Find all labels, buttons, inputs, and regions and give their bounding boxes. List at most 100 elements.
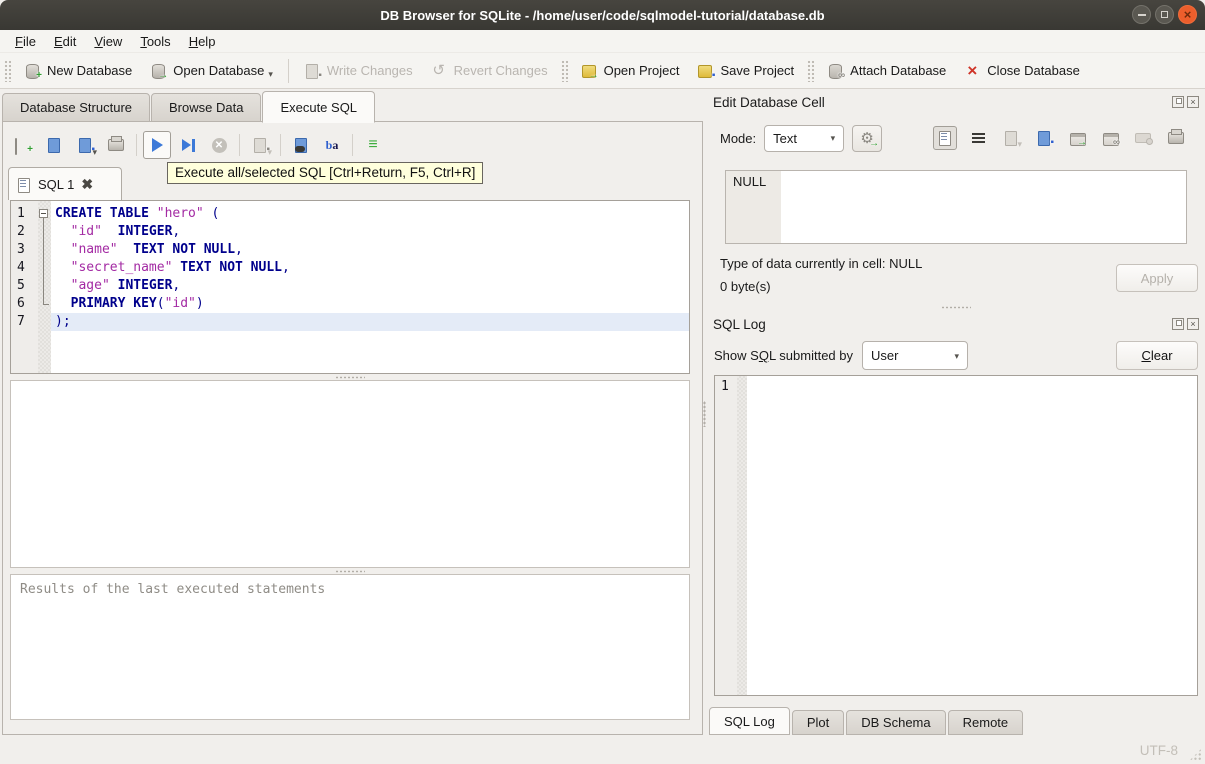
editor-line[interactable]: 3 "name" TEXT NOT NULL, (11, 241, 689, 259)
results-grid-pane[interactable] (10, 380, 690, 568)
write-changes-icon: ▪ (304, 63, 322, 80)
dock-tab-remote[interactable]: Remote (947, 710, 1024, 735)
mode-combobox[interactable]: Text ▾ (764, 124, 845, 152)
menu-help[interactable]: Help (180, 32, 225, 51)
close-dock-icon[interactable]: × (1187, 96, 1199, 108)
stop-execution-button[interactable]: ✕ (205, 131, 233, 159)
open-link-button[interactable]: ∞ (1098, 126, 1122, 150)
editor-line[interactable]: 2 "id" INTEGER, (11, 223, 689, 241)
set-null-button[interactable] (1131, 126, 1155, 150)
fold-marker[interactable] (38, 205, 51, 223)
sql-log-controls: Show SQL submitted by User ▾ Clear (707, 340, 1205, 371)
print-icon (1168, 129, 1184, 144)
stop-icon: ✕ (211, 137, 227, 153)
line-number: 1 (17, 206, 25, 221)
maximize-button[interactable] (1155, 5, 1174, 24)
window-controls: × (1132, 5, 1197, 24)
menu-view[interactable]: View (85, 32, 131, 51)
open-database-button[interactable]: → Open Database ▾ (141, 59, 282, 83)
sql-file-tab[interactable]: SQL 1 ✖ (8, 167, 122, 200)
cell-editor[interactable]: NULL (725, 170, 1187, 244)
execute-all-button[interactable] (143, 131, 171, 159)
write-changes-button[interactable]: ▪ Write Changes (295, 59, 422, 83)
dock-splitter-handle[interactable] (707, 304, 1205, 311)
tooltip: Execute all/selected SQL [Ctrl+Return, F… (167, 162, 484, 184)
results-placeholder: Results of the last executed statements (20, 582, 326, 597)
text-mode-button[interactable] (933, 126, 957, 150)
new-tab-icon: + (15, 137, 33, 155)
save-project-button[interactable]: ▪ Save Project (688, 59, 803, 83)
execute-current-line-button[interactable] (174, 131, 202, 159)
open-project-button[interactable]: → Open Project (572, 59, 689, 83)
toolbar-separator (239, 134, 240, 156)
close-dock-icon[interactable]: × (1187, 318, 1199, 330)
results-message-pane[interactable]: Results of the last executed statements (10, 574, 690, 720)
dock-tab-db-schema[interactable]: DB Schema (846, 710, 946, 735)
edit-cell-mode-row: Mode: Text ▾ ⚙ → ▾ ▪ → ∞ (707, 123, 1205, 153)
minimize-button[interactable] (1132, 5, 1151, 24)
tab-execute-sql[interactable]: Execute SQL (262, 91, 376, 123)
editor-line[interactable]: 4 "secret_name" TEXT NOT NULL, (11, 259, 689, 277)
float-dock-icon[interactable] (1172, 318, 1184, 330)
chevron-down-icon: ▾ (830, 133, 836, 143)
toolbar-grip[interactable] (4, 59, 11, 82)
close-tab-icon[interactable]: ✖ (81, 177, 93, 191)
save-results-button[interactable]: ▪ ▾ (246, 131, 274, 159)
mode-label: Mode: (720, 130, 757, 146)
menu-tools[interactable]: Tools (131, 32, 179, 51)
code-text: "age" INTEGER, (70, 278, 181, 293)
cell-size-info: 0 byte(s) (720, 279, 771, 294)
text-document-icon (938, 130, 952, 146)
execute-line-icon (181, 139, 191, 151)
sql-editor[interactable]: 1 CREATE TABLE "hero" (2 "id" INTEGER, 3 "… (10, 200, 690, 374)
toolbar-grip[interactable] (560, 59, 568, 82)
chevron-down-icon: ▾ (267, 147, 272, 157)
close-database-button[interactable]: × Close Database (955, 59, 1089, 83)
cell-type-info: Type of data currently in cell: NULL (720, 256, 923, 271)
new-database-button[interactable]: + New Database (15, 59, 141, 83)
format-sql-button[interactable]: ≡ (359, 131, 387, 159)
execute-all-icon (151, 138, 163, 152)
export-button[interactable]: → (1065, 126, 1089, 150)
dock-tab-sql-log[interactable]: SQL Log (709, 707, 790, 735)
log-filter-combobox[interactable]: User ▾ (862, 341, 968, 370)
open-database-icon: → (150, 63, 168, 80)
apply-button[interactable]: Apply (1116, 264, 1198, 292)
import-data-button[interactable]: ▾ (999, 126, 1023, 150)
close-window-button[interactable]: × (1178, 5, 1197, 24)
save-file-icon: ▪ (77, 137, 95, 155)
print-sql-button[interactable] (102, 131, 130, 159)
editor-line[interactable]: 6 PRIMARY KEY("id") (11, 295, 689, 313)
clear-log-button[interactable]: Clear (1116, 341, 1198, 370)
revert-changes-button[interactable]: ↺ Revert Changes (422, 59, 557, 83)
new-database-icon: + (24, 63, 42, 80)
print-cell-button[interactable] (1164, 126, 1188, 150)
code-text: "secret_name" TEXT NOT NULL, (70, 260, 290, 275)
editor-line[interactable]: 5 "age" INTEGER, (11, 277, 689, 295)
open-sql-file-button[interactable] (40, 131, 68, 159)
attach-database-button[interactable]: ∞ Attach Database (818, 59, 955, 83)
tab-browse-data[interactable]: Browse Data (151, 93, 262, 122)
find-button[interactable] (287, 131, 315, 159)
editor-line[interactable]: 1 CREATE TABLE "hero" ( (11, 205, 689, 223)
find-replace-button[interactable]: ba (318, 131, 346, 159)
new-sql-tab-button[interactable]: + (9, 131, 37, 159)
menu-file[interactable]: File (6, 32, 45, 51)
save-sql-file-button[interactable]: ▪ ▾ (71, 131, 99, 159)
auto-apply-button[interactable]: ⚙ → (852, 124, 883, 152)
word-wrap-button[interactable] (966, 126, 990, 150)
menu-edit[interactable]: Edit (45, 32, 85, 51)
sql-log-view[interactable]: 1 (714, 375, 1198, 696)
save-as-button[interactable]: ▪ (1032, 126, 1056, 150)
document-icon (18, 177, 31, 193)
resize-grip[interactable] (1189, 748, 1202, 761)
status-bar: UTF-8 (0, 737, 1205, 764)
toolbar-grip[interactable] (807, 59, 815, 82)
editor-line[interactable]: 7); (11, 313, 689, 331)
tab-database-structure[interactable]: Database Structure (2, 93, 151, 122)
sql-editor-lines: 1 CREATE TABLE "hero" (2 "id" INTEGER, 3 "… (11, 201, 689, 331)
dock-tab-plot[interactable]: Plot (791, 710, 845, 735)
float-dock-icon[interactable] (1172, 96, 1184, 108)
log-filter-value: User (871, 348, 899, 363)
toolbar-separator (287, 58, 289, 83)
